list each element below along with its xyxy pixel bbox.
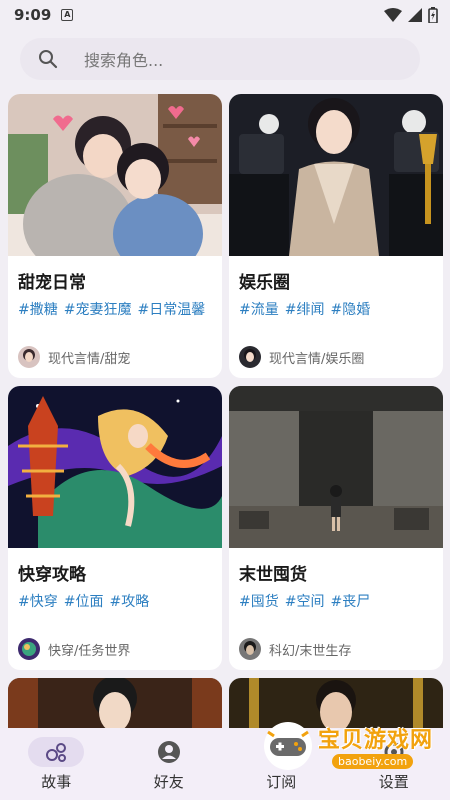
subscribe-icon <box>253 737 309 767</box>
story-tag[interactable]: #宠妻狂魔 <box>64 302 132 318</box>
story-card[interactable]: 娱乐圈 #流量 #绯闻 #隐婚 现代言情/娱乐圈 <box>229 94 443 378</box>
nav-item-settings[interactable]: 设置 <box>338 728 450 800</box>
avatar <box>18 638 40 660</box>
search-bar[interactable]: 搜索角色... <box>20 38 420 80</box>
story-title: 末世囤货 <box>239 565 307 585</box>
story-tags: #囤货 #空间 #丧尸 <box>239 591 433 611</box>
wifi-icon <box>384 8 402 22</box>
avatar <box>239 346 261 368</box>
nav-item-subscribe[interactable]: 订阅 <box>225 728 338 800</box>
story-tag[interactable]: #日常温馨 <box>137 302 205 318</box>
status-time: 9:09 <box>14 6 52 24</box>
story-tag[interactable]: #丧尸 <box>330 594 370 610</box>
story-title: 快穿攻略 <box>18 565 86 585</box>
story-card[interactable]: 甜宠日常 #撒糖 #宠妻狂魔 #日常温馨 现代言情/甜宠 <box>8 94 222 378</box>
bottom-nav: 故事 好友 订阅 设置 <box>0 728 450 800</box>
status-bar: 9:09 A <box>0 0 450 30</box>
story-cover-image <box>8 386 222 548</box>
nav-item-story[interactable]: 故事 <box>0 728 113 800</box>
story-tag[interactable]: #快穿 <box>18 594 58 610</box>
search-icon <box>39 50 58 69</box>
story-cover-image <box>8 94 222 256</box>
nav-item-friends[interactable]: 好友 <box>113 728 226 800</box>
story-meta: 科幻/末世生存 <box>239 638 351 660</box>
story-meta: 现代言情/甜宠 <box>18 346 130 368</box>
gear-icon <box>366 737 422 767</box>
battery-icon <box>428 7 438 23</box>
story-title: 娱乐圈 <box>239 273 290 293</box>
story-icon <box>28 736 85 767</box>
story-card[interactable] <box>229 678 443 728</box>
story-tag[interactable]: #绯闻 <box>285 302 325 318</box>
story-tag[interactable]: #流量 <box>239 302 279 318</box>
story-tag[interactable]: #囤货 <box>239 594 279 610</box>
nav-label: 订阅 <box>266 772 297 791</box>
story-card[interactable]: 末世囤货 #囤货 #空间 #丧尸 科幻/末世生存 <box>229 386 443 670</box>
story-category: 现代言情/甜宠 <box>48 351 131 367</box>
story-tag[interactable]: #攻略 <box>109 594 149 610</box>
story-cover-image <box>229 386 443 548</box>
person-icon <box>141 737 197 767</box>
story-tags: #快穿 #位面 #攻略 <box>18 591 212 611</box>
story-card[interactable] <box>8 678 222 728</box>
story-meta: 现代言情/娱乐圈 <box>239 346 364 368</box>
story-tag[interactable]: #隐婚 <box>330 302 370 318</box>
story-card[interactable]: 快穿攻略 #快穿 #位面 #攻略 快穿/任务世界 <box>8 386 222 670</box>
avatar <box>239 638 261 660</box>
story-tag[interactable]: #撒糖 <box>18 302 58 318</box>
story-tags: #流量 #绯闻 #隐婚 <box>239 299 433 319</box>
story-cover-image <box>8 678 222 728</box>
story-category: 科幻/末世生存 <box>269 643 352 659</box>
app-notification-icon: A <box>61 9 74 21</box>
nav-label: 故事 <box>41 772 72 791</box>
story-tag[interactable]: #位面 <box>64 594 104 610</box>
nav-label: 设置 <box>378 772 409 791</box>
story-meta: 快穿/任务世界 <box>18 638 130 660</box>
story-title: 甜宠日常 <box>18 273 86 293</box>
story-tags: #撒糖 #宠妻狂魔 #日常温馨 <box>18 299 212 319</box>
avatar <box>18 346 40 368</box>
search-placeholder: 搜索角色... <box>84 51 164 70</box>
cellular-signal-icon <box>408 8 422 22</box>
story-cover-image <box>229 94 443 256</box>
nav-label: 好友 <box>153 772 184 791</box>
story-category: 现代言情/娱乐圈 <box>269 351 365 367</box>
story-category: 快穿/任务世界 <box>48 643 131 659</box>
story-tag[interactable]: #空间 <box>285 594 325 610</box>
story-grid: 甜宠日常 #撒糖 #宠妻狂魔 #日常温馨 现代言情/甜宠 娱乐圈 #流量 #绯闻… <box>0 92 450 728</box>
story-cover-image <box>229 678 443 728</box>
